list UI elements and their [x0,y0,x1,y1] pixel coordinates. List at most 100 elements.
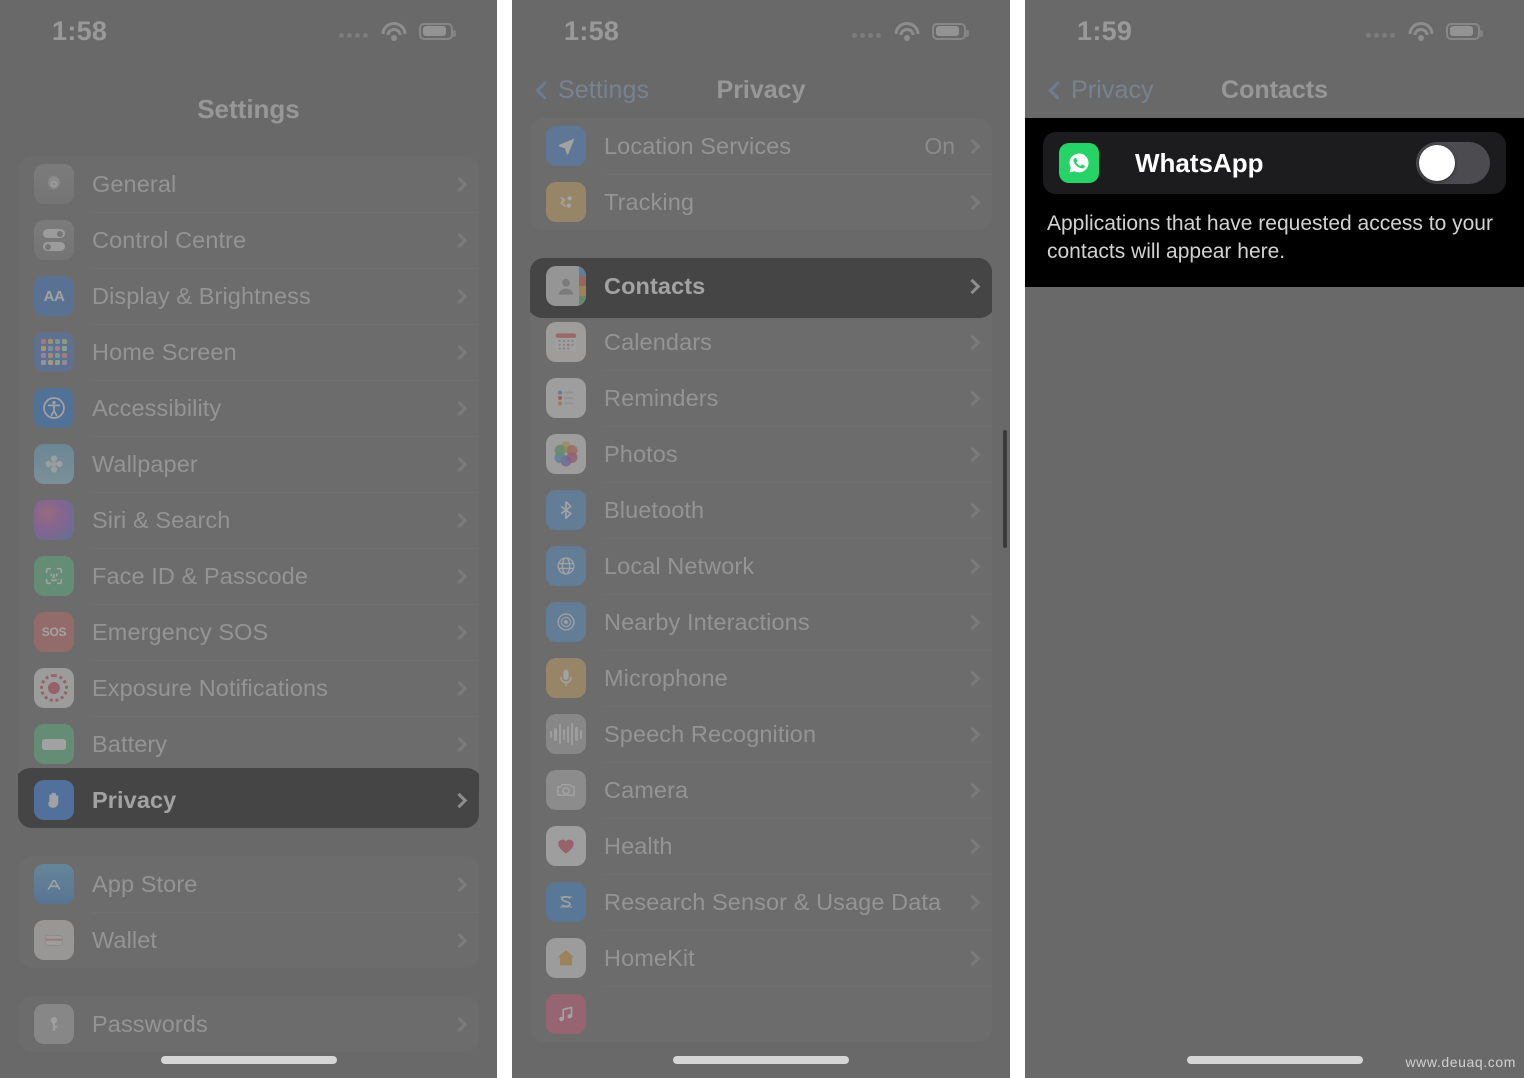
chevron-right-icon [964,726,981,742]
chevron-right-icon [964,138,981,154]
app-store-icon [34,864,74,904]
sidebar-item-wallpaper[interactable]: Wallpaper [18,436,479,492]
signal-dots-icon [1366,25,1395,38]
chevron-right-icon [451,568,468,584]
chevron-right-icon [964,950,981,966]
chevron-right-icon [451,400,468,416]
globe-icon [546,546,586,586]
sidebar-item-label: General [92,170,177,197]
status-bar-privacy: 1:58 [512,0,1010,62]
list-item-bluetooth[interactable]: Bluetooth [530,482,992,538]
sidebar-item-label: Face ID & Passcode [92,562,309,589]
status-bar-time: 1:59 [1077,15,1133,46]
chevron-right-icon [964,838,981,854]
back-button[interactable]: Privacy [1048,76,1154,105]
list-item-calendars[interactable]: Calendars [530,314,992,370]
location-arrow-icon [546,126,586,166]
list-item-speech-recognition[interactable]: Speech Recognition [530,706,992,762]
list-item-health[interactable]: Health [530,818,992,874]
sidebar-item-accessibility[interactable]: Accessibility [18,380,479,436]
chevron-left-icon [535,81,554,100]
sidebar-item-display-brightness[interactable]: AA Display & Brightness [18,268,479,324]
settings-list: General Control Centre AA Display & Brig… [0,156,497,1052]
list-item-partial-below[interactable] [530,986,992,1042]
list-item-contacts[interactable]: Contacts [530,258,992,314]
wallet-icon [34,920,74,960]
sidebar-item-app-store[interactable]: App Store [18,856,479,912]
list-item-homekit[interactable]: HomeKit [530,930,992,986]
photos-icon [546,434,586,474]
list-item-label: WhatsApp [1135,147,1264,178]
list-item-label: Calendars [604,328,713,355]
sidebar-item-general[interactable]: General [18,156,479,212]
list-item-camera[interactable]: Camera [530,762,992,818]
sidebar-item-battery[interactable]: Battery [18,716,479,772]
nearby-icon [546,602,586,642]
list-item-label: Microphone [604,664,728,691]
sos-icon: SOS [34,612,74,652]
reminders-icon [546,378,586,418]
list-item-research-sensor-usage-data[interactable]: Research Sensor & Usage Data [530,874,992,930]
list-item-label: Nearby Interactions [604,608,810,635]
sidebar-item-label: Accessibility [92,394,222,421]
key-icon [34,1004,74,1044]
sidebar-item-exposure-notifications[interactable]: Exposure Notifications [18,660,479,716]
list-item-whatsapp[interactable]: WhatsApp [1043,132,1506,194]
list-item-label: Contacts [604,272,706,299]
signal-dots-icon [339,25,368,38]
sidebar-item-passwords[interactable]: Passwords [18,996,479,1052]
toggles-icon [34,220,74,260]
face-id-icon [34,556,74,596]
list-item-label: Reminders [604,384,719,411]
list-item-location-services[interactable]: Location Services On [530,118,992,174]
chevron-right-icon [451,512,468,528]
app-grid-icon [34,332,74,372]
phone-panel-settings: 1:58 Settings General Control Centre AA … [0,0,497,1078]
list-item-tracking[interactable]: Tracking [530,174,992,230]
privacy-group-permissions: Contacts Calendars Reminders Photos Blue… [530,258,992,1042]
sidebar-item-face-id-passcode[interactable]: Face ID & Passcode [18,548,479,604]
chevron-right-icon [451,344,468,360]
list-item-microphone[interactable]: Microphone [530,650,992,706]
vertical-scrollbar[interactable] [1003,430,1007,548]
back-button[interactable]: Settings [535,76,649,105]
sidebar-item-privacy[interactable]: Privacy [18,772,479,828]
list-item-value: On [924,132,955,159]
chevron-right-icon [964,614,981,630]
chevron-right-icon [964,278,981,294]
contacts-permission-card: WhatsApp Applications that have requeste… [1025,118,1524,288]
list-item-nearby-interactions[interactable]: Nearby Interactions [530,594,992,650]
page-title: Settings [197,93,300,124]
nav-bar-privacy: Settings Privacy [512,62,1010,118]
chevron-right-icon [451,876,468,892]
sidebar-item-emergency-sos[interactable]: SOS Emergency SOS [18,604,479,660]
sidebar-item-wallet[interactable]: Wallet [18,912,479,968]
home-indicator [160,1056,337,1064]
sidebar-item-home-screen[interactable]: Home Screen [18,324,479,380]
sidebar-item-label: Exposure Notifications [92,674,329,701]
sidebar-item-siri-search[interactable]: Siri & Search [18,492,479,548]
chevron-left-icon [1048,81,1067,100]
watermark: www.deuaq.com [1405,1054,1516,1070]
whatsapp-contacts-toggle[interactable] [1416,142,1490,184]
sidebar-item-control-centre[interactable]: Control Centre [18,212,479,268]
list-item-local-network[interactable]: Local Network [530,538,992,594]
battery-icon [932,22,969,40]
sidebar-item-label: Passwords [92,1010,208,1037]
list-item-label: Location Services [604,132,792,159]
list-item-reminders[interactable]: Reminders [530,370,992,426]
gear-icon [34,164,74,204]
chevron-right-icon [964,502,981,518]
calendar-icon [546,322,586,362]
sidebar-item-label: Wallpaper [92,450,198,477]
list-item-photos[interactable]: Photos [530,426,992,482]
list-item-label: Tracking [604,188,695,215]
sidebar-item-label: Wallet [92,926,158,953]
contacts-icon [546,266,586,306]
status-bar-time: 1:58 [52,15,108,46]
sidebar-item-label: Home Screen [92,338,237,365]
chevron-right-icon [964,894,981,910]
sidebar-item-label: App Store [92,870,198,897]
chevron-right-icon [964,670,981,686]
nav-bar-contacts: Privacy Contacts [1025,62,1524,118]
